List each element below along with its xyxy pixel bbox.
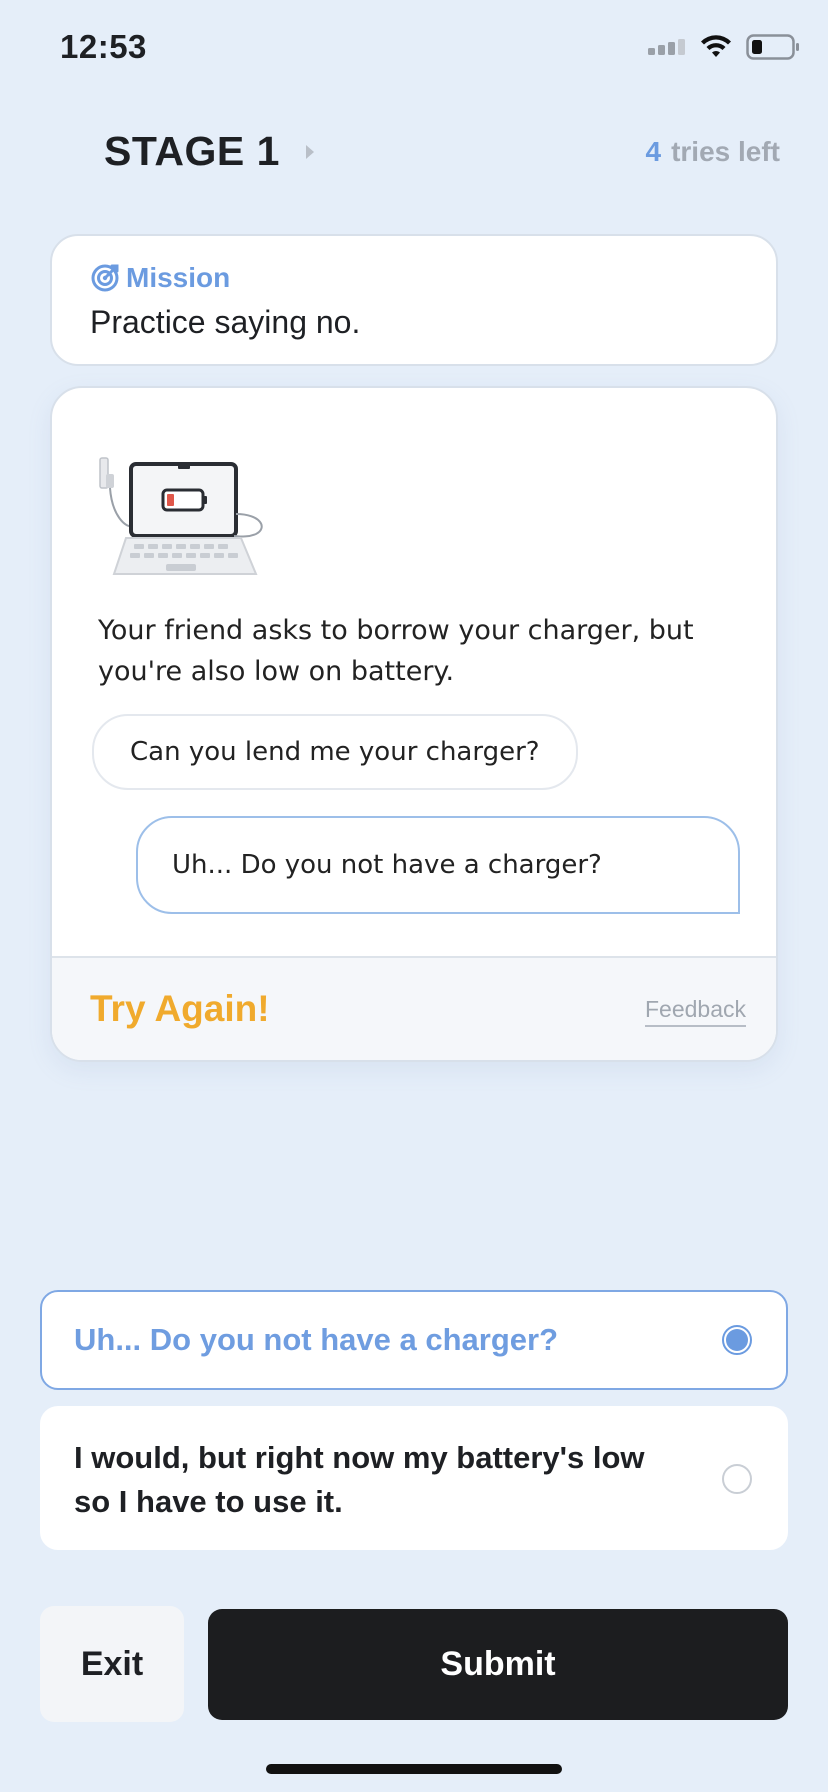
mission-label: Mission <box>126 262 231 293</box>
mission-text: Practice saying no. <box>90 304 361 340</box>
user-reply-text: Uh... Do you not have a charger? <box>172 850 602 880</box>
stage-selector[interactable]: STAGE 1 <box>104 128 314 175</box>
user-reply-bubble: Uh... Do you not have a charger? <box>136 816 740 914</box>
answer-option-text: Uh... Do you not have a charger? <box>74 1322 559 1357</box>
mission-card: Mission Practice saying no. <box>50 234 778 366</box>
submit-button[interactable]: Submit <box>208 1609 788 1720</box>
radio-selected-icon[interactable] <box>722 1325 752 1355</box>
mission-header: Mission <box>90 262 230 294</box>
battery-icon <box>746 34 799 60</box>
tries-remaining: 4 tries left <box>645 136 780 168</box>
answer-option-text: I would, but right now my battery's low … <box>74 1440 645 1519</box>
cellular-signal-icon <box>648 39 685 55</box>
answer-option-1[interactable]: Uh... Do you not have a charger? <box>40 1290 788 1390</box>
target-icon <box>91 264 119 292</box>
wifi-icon <box>701 35 731 57</box>
laptop-low-battery-illustration <box>99 457 263 575</box>
friend-message-text: Can you lend me your charger? <box>130 737 540 767</box>
result-label: Try Again! <box>90 988 270 1029</box>
friend-message-bubble: Can you lend me your charger? <box>92 714 578 790</box>
exit-button[interactable]: Exit <box>40 1606 184 1722</box>
scenario-card: Your friend asks to borrow your charger,… <box>50 386 778 1062</box>
chevron-right-icon <box>305 144 314 159</box>
result-bar: Try Again! Feedback <box>52 956 776 1060</box>
tries-count: 4 <box>645 136 662 167</box>
status-icons <box>648 34 800 60</box>
stage-label: STAGE 1 <box>104 128 280 174</box>
radio-unselected-icon[interactable] <box>722 1464 752 1494</box>
radio-dot <box>726 1329 748 1351</box>
tries-suffix: tries left <box>671 136 780 167</box>
answer-option-2[interactable]: I would, but right now my battery's low … <box>40 1406 788 1550</box>
feedback-link[interactable]: Feedback <box>644 996 746 1027</box>
status-time: 12:53 <box>60 28 147 65</box>
home-indicator <box>266 1764 562 1774</box>
scenario-description: Your friend asks to borrow your charger,… <box>98 615 694 687</box>
